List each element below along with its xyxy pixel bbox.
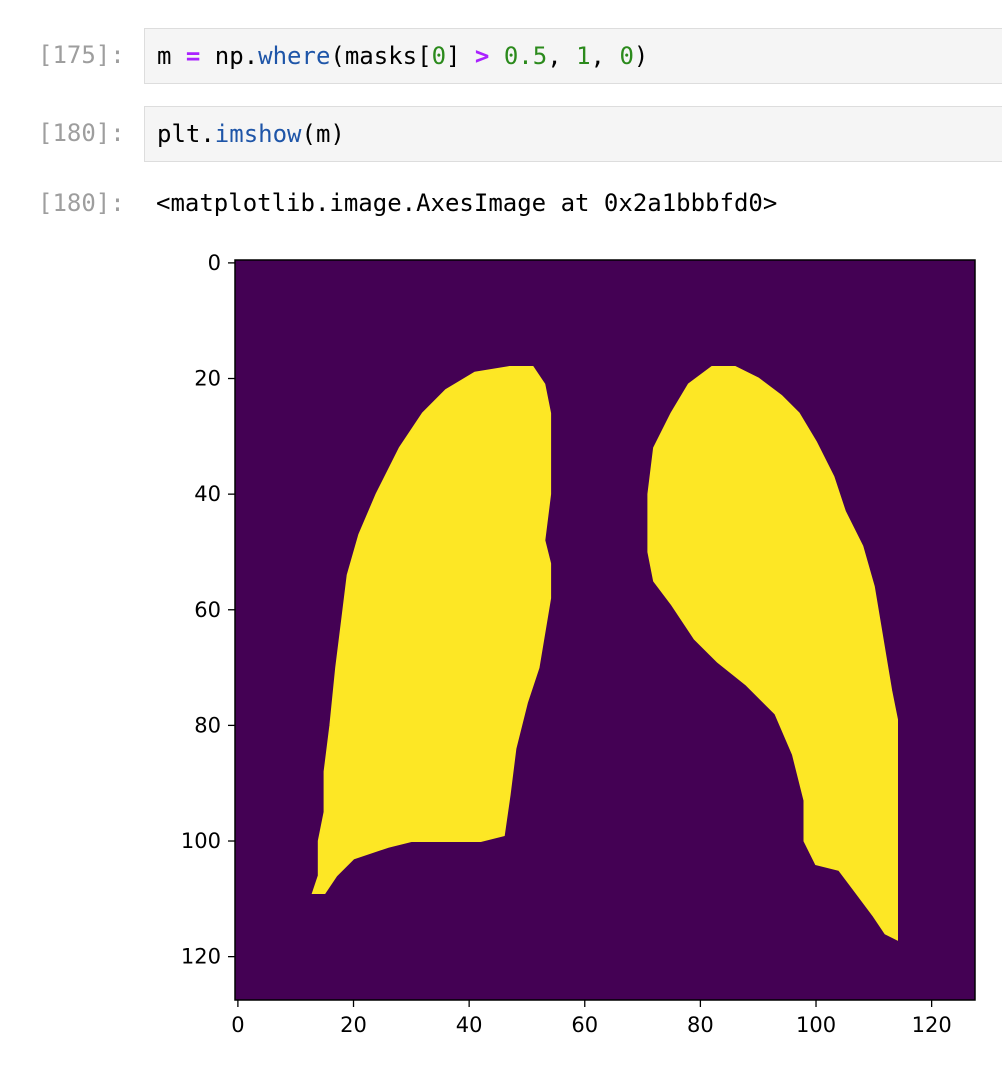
y-tick-label: 100 — [181, 829, 221, 853]
code-token: where — [258, 42, 331, 70]
y-tick-label: 0 — [208, 251, 221, 275]
code-token: 0 — [431, 42, 447, 70]
y-tick-label: 20 — [194, 367, 221, 391]
code-token: imshow — [214, 120, 302, 148]
code-editor[interactable]: m = np.where(masks[0] > 0.5, 1, 0) — [144, 28, 1002, 84]
imshow-plot: 0 20 40 60 80 100 120 0 20 40 60 80 100 120 — [181, 251, 976, 1037]
code-token: plt. — [157, 120, 215, 148]
code-token: np. — [200, 42, 259, 70]
output-text: <matplotlib.image.AxesImage at 0x2a1bbbf… — [156, 189, 778, 217]
x-tick-label: 120 — [912, 1013, 952, 1037]
code-token: > — [474, 42, 490, 70]
code-token: m — [157, 42, 186, 70]
code-token: = — [185, 42, 201, 70]
x-tick-label: 100 — [796, 1013, 836, 1037]
x-tick-label: 80 — [687, 1013, 714, 1037]
y-tick-label: 120 — [181, 945, 221, 969]
code-token: 1 — [576, 42, 591, 70]
code-editor[interactable]: plt.imshow(m) — [144, 106, 1002, 162]
input-prompt: [175]: — [38, 41, 125, 69]
y-tick-label: 40 — [194, 482, 221, 506]
y-tick-label: 60 — [194, 598, 221, 622]
output-area: [180]: <matplotlib.image.AxesImage at 0x… — [0, 176, 1002, 232]
y-tick-label: 80 — [194, 713, 221, 737]
code-cell-180[interactable]: [180]: plt.imshow(m) — [0, 106, 1002, 162]
code-token: ) — [633, 42, 649, 70]
code-token: , — [547, 42, 577, 70]
code-token: 0.5 — [503, 42, 548, 70]
code-cell-175[interactable]: [175]: m = np.where(masks[0] > 0.5, 1, 0… — [0, 28, 1002, 84]
x-tick-label: 60 — [571, 1013, 598, 1037]
code-token: , — [590, 42, 620, 70]
x-tick-label: 0 — [231, 1013, 244, 1037]
code-token: (masks[ — [330, 42, 432, 70]
code-token: 0 — [619, 42, 634, 70]
output-prompt: [180]: — [38, 189, 125, 217]
code-token: ] — [446, 42, 475, 70]
input-prompt: [180]: — [38, 119, 125, 147]
code-token: (m) — [301, 120, 345, 148]
x-tick-label: 20 — [340, 1013, 367, 1037]
x-tick-label: 40 — [456, 1013, 483, 1037]
